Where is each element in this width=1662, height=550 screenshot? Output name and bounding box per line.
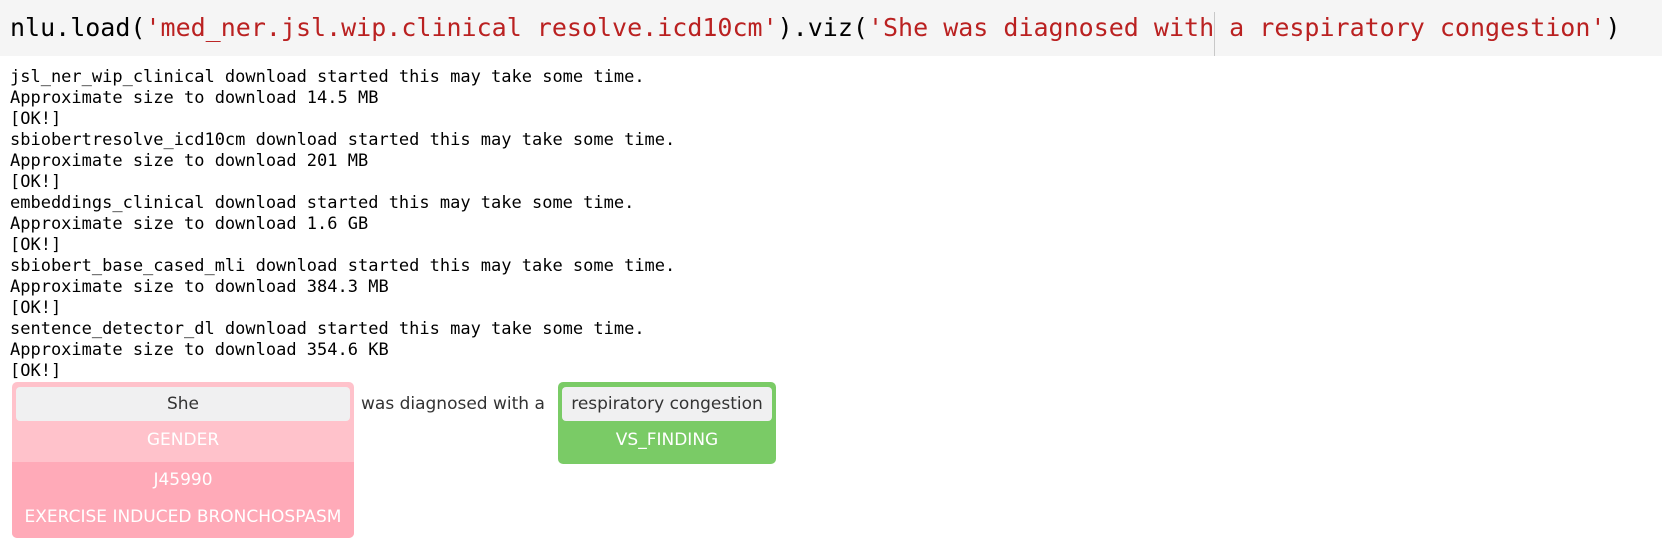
output-line: Approximate size to download 1.6 GB <box>10 214 369 234</box>
entity-vs-finding: respiratory congestion VS_FINDING <box>558 382 776 464</box>
output-line: sentence_detector_dl download started th… <box>10 319 645 339</box>
output-line: Approximate size to download 14.5 MB <box>10 88 379 108</box>
text-cursor <box>1214 12 1215 56</box>
output-line: jsl_ner_wip_clinical download started th… <box>10 67 645 87</box>
entity-gender: She GENDER J45990 EXERCISE INDUCED BRONC… <box>12 382 354 538</box>
code-suffix: ) <box>1605 13 1621 42</box>
resolution-code: J45990 <box>153 470 213 490</box>
output-line: Approximate size to download 384.3 MB <box>10 277 389 297</box>
entity-chunk: respiratory congestion <box>562 387 772 421</box>
output-line: [OK!] <box>10 109 62 129</box>
cell-output: jsl_ner_wip_clinical download started th… <box>10 67 675 382</box>
resolution-description: EXERCISE INDUCED BRONCHOSPASM <box>24 507 342 527</box>
text-string-literal: 'She was diagnosed with a respiratory co… <box>867 13 1606 42</box>
output-line: sbiobert_base_cased_mli download started… <box>10 256 676 276</box>
code-mid: ).viz( <box>777 13 868 42</box>
entity-chunk: She <box>16 387 350 421</box>
code-input-cell[interactable]: nlu.load('med_ner.jsl.wip.clinical resol… <box>0 0 1662 56</box>
plain-text: was diagnosed with a <box>361 394 545 414</box>
output-line: [OK!] <box>10 298 62 318</box>
model-string-literal: 'med_ner.jsl.wip.clinical resolve.icd10c… <box>145 13 778 42</box>
code-line[interactable]: nlu.load('med_ner.jsl.wip.clinical resol… <box>10 12 1621 44</box>
output-line: [OK!] <box>10 235 62 255</box>
entity-label: GENDER <box>146 430 220 450</box>
output-line: embeddings_clinical download started thi… <box>10 193 635 213</box>
output-line: sbiobertresolve_icd10cm download started… <box>10 130 676 150</box>
output-line: [OK!] <box>10 361 62 381</box>
code-prefix: nlu.load( <box>10 13 146 42</box>
entity-label: VS_FINDING <box>615 430 719 450</box>
output-line: [OK!] <box>10 172 62 192</box>
output-line: Approximate size to download 201 MB <box>10 151 369 171</box>
output-line: Approximate size to download 354.6 KB <box>10 340 389 360</box>
